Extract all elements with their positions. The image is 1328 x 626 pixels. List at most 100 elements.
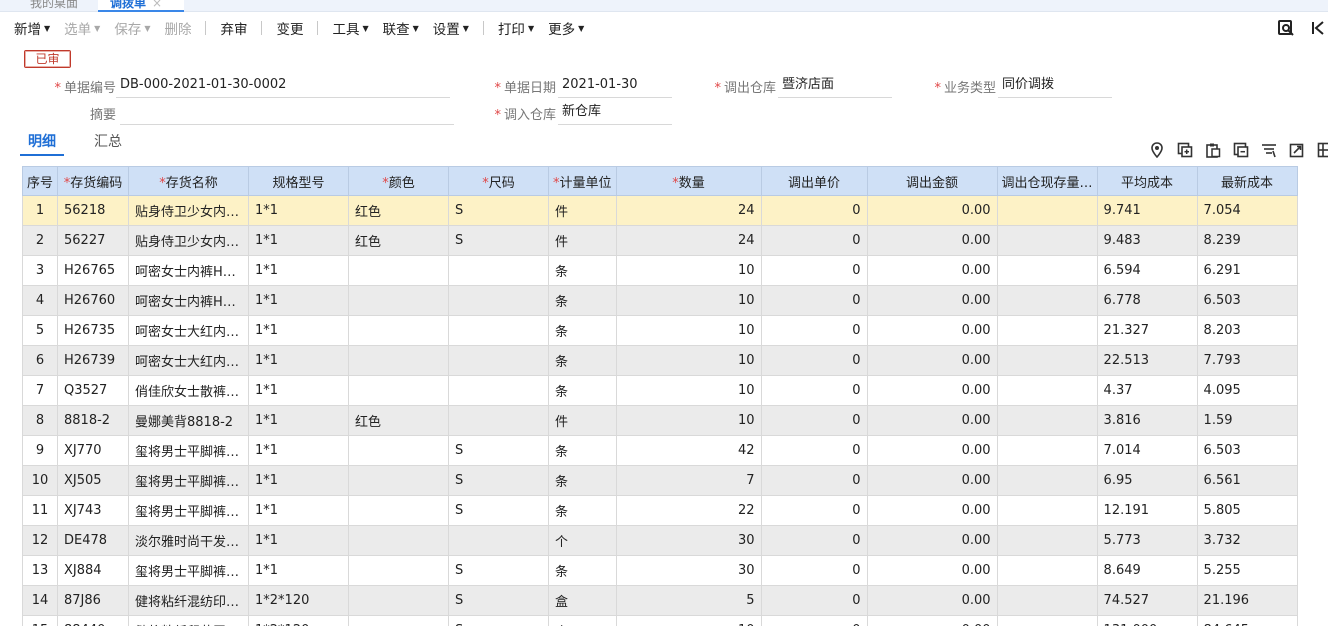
- in-warehouse-input[interactable]: 新仓库: [558, 101, 672, 125]
- export-icon[interactable]: [1288, 141, 1305, 158]
- cell-latest-cost[interactable]: 7.793: [1196, 345, 1298, 376]
- cell-out-amount[interactable]: 0.00: [866, 225, 998, 256]
- cell-out-price[interactable]: 0: [760, 435, 868, 466]
- cell-name[interactable]: 呵密女士大红内…: [128, 345, 250, 376]
- cell-out-stock[interactable]: [996, 315, 1098, 346]
- cell-avg-cost[interactable]: 6.95: [1096, 465, 1198, 496]
- cell-out-stock[interactable]: [996, 585, 1098, 616]
- cell-seq[interactable]: 9: [21, 435, 59, 466]
- cell-code[interactable]: XJ770: [57, 435, 130, 466]
- cell-avg-cost[interactable]: 6.594: [1096, 255, 1198, 286]
- cell-size[interactable]: S: [448, 585, 550, 616]
- cell-color[interactable]: [348, 375, 450, 406]
- cell-latest-cost[interactable]: 5.805: [1196, 495, 1298, 526]
- delete-button[interactable]: 删除: [164, 18, 191, 38]
- cell-latest-cost[interactable]: 6.291: [1196, 255, 1298, 286]
- cell-out-stock[interactable]: [996, 525, 1098, 556]
- cell-code[interactable]: H26735: [57, 315, 130, 346]
- cell-avg-cost[interactable]: 21.327: [1096, 315, 1198, 346]
- cell-latest-cost[interactable]: 5.255: [1196, 555, 1298, 586]
- cell-size[interactable]: [448, 345, 550, 376]
- cell-out-stock[interactable]: [996, 345, 1098, 376]
- cell-spec[interactable]: 1*1: [248, 435, 350, 466]
- col-header-spec[interactable]: 规格型号: [248, 166, 350, 196]
- change-button[interactable]: 变更: [276, 18, 303, 38]
- cell-qty[interactable]: 10: [615, 375, 762, 406]
- cell-spec[interactable]: 1*1: [248, 345, 350, 376]
- cell-out-amount[interactable]: 0.00: [866, 525, 998, 556]
- linked-query-menu[interactable]: 联查 ▼: [383, 18, 419, 38]
- cell-size[interactable]: S: [448, 615, 550, 626]
- cell-unit[interactable]: 条: [548, 375, 617, 406]
- cell-out-amount[interactable]: 0.00: [866, 345, 998, 376]
- cell-qty[interactable]: 10: [615, 315, 762, 346]
- cell-color[interactable]: 红色: [348, 195, 450, 226]
- cell-size[interactable]: S: [448, 195, 550, 226]
- cell-color[interactable]: [348, 255, 450, 286]
- cell-unit[interactable]: 条: [548, 255, 617, 286]
- col-header-unit[interactable]: *计量单位: [548, 166, 617, 196]
- tab-detail[interactable]: 明细: [20, 132, 64, 156]
- cell-color[interactable]: 红色: [348, 225, 450, 256]
- cell-out-amount[interactable]: 0.00: [866, 615, 998, 626]
- filter-icon[interactable]: [1260, 141, 1277, 158]
- tab-my-desktop[interactable]: 我的桌面: [30, 0, 78, 12]
- cell-latest-cost[interactable]: 8.203: [1196, 315, 1298, 346]
- cell-seq[interactable]: 13: [21, 555, 59, 586]
- cell-name[interactable]: 玺将男士平脚裤…: [128, 465, 250, 496]
- cell-size[interactable]: [448, 315, 550, 346]
- table-row[interactable]: 1588440健将粘纤印花平…1*2*120 S个1000.00 131.00084…: [21, 615, 1298, 626]
- cell-out-price[interactable]: 0: [760, 225, 868, 256]
- cell-avg-cost[interactable]: 7.014: [1096, 435, 1198, 466]
- cell-qty[interactable]: 7: [615, 465, 762, 496]
- cell-name[interactable]: 健将粘纤印花平…: [128, 615, 250, 626]
- col-header-latest-cost[interactable]: 最新成本: [1196, 166, 1298, 196]
- cell-qty[interactable]: 24: [615, 225, 762, 256]
- cell-out-amount[interactable]: 0.00: [866, 495, 998, 526]
- tools-menu[interactable]: 工具 ▼: [332, 18, 368, 38]
- cell-avg-cost[interactable]: 74.527: [1096, 585, 1198, 616]
- cell-out-price[interactable]: 0: [760, 585, 868, 616]
- cell-code[interactable]: 87J86: [57, 585, 130, 616]
- cell-out-amount[interactable]: 0.00: [866, 285, 998, 316]
- cell-avg-cost[interactable]: 9.483: [1096, 225, 1198, 256]
- cell-avg-cost[interactable]: 6.778: [1096, 285, 1198, 316]
- cell-name[interactable]: 玺将男士平脚裤…: [128, 495, 250, 526]
- cell-code[interactable]: XJ505: [57, 465, 130, 496]
- col-header-name[interactable]: *存货名称: [128, 166, 250, 196]
- cell-seq[interactable]: 15: [21, 615, 59, 626]
- cell-size[interactable]: [448, 525, 550, 556]
- cell-out-price[interactable]: 0: [760, 195, 868, 226]
- cell-color[interactable]: [348, 615, 450, 626]
- cell-code[interactable]: 8818-2: [57, 405, 130, 436]
- cell-unit[interactable]: 条: [548, 315, 617, 346]
- cell-out-price[interactable]: 0: [760, 405, 868, 436]
- cell-avg-cost[interactable]: 22.513: [1096, 345, 1198, 376]
- settings-menu[interactable]: 设置 ▼: [433, 18, 469, 38]
- cell-out-stock[interactable]: [996, 255, 1098, 286]
- col-header-out-amount[interactable]: 调出金额: [866, 166, 998, 196]
- cell-out-stock[interactable]: [996, 465, 1098, 496]
- col-header-out-price[interactable]: 调出单价: [760, 166, 868, 196]
- cell-size[interactable]: S: [448, 435, 550, 466]
- cell-color[interactable]: 红色: [348, 405, 450, 436]
- cell-out-amount[interactable]: 0.00: [866, 255, 998, 286]
- table-row[interactable]: 3 H26765 呵密女士内裤H… 1*1 条 10 0 0.00 6.594 6.291: [21, 255, 1298, 286]
- cell-out-amount[interactable]: 0.00: [866, 375, 998, 406]
- cell-out-amount[interactable]: 0.00: [866, 315, 998, 346]
- cell-color[interactable]: [348, 285, 450, 316]
- cell-latest-cost[interactable]: 6.561: [1196, 465, 1298, 496]
- cell-qty[interactable]: 22: [615, 495, 762, 526]
- columns-icon[interactable]: [1316, 141, 1328, 158]
- cell-size[interactable]: [448, 285, 550, 316]
- cell-color[interactable]: [348, 585, 450, 616]
- new-button[interactable]: 新增 ▼: [14, 18, 50, 38]
- cell-latest-cost[interactable]: 6.503: [1196, 435, 1298, 466]
- cell-code[interactable]: H26739: [57, 345, 130, 376]
- cell-name[interactable]: 贴身侍卫少女内…: [128, 225, 250, 256]
- cell-latest-cost[interactable]: 6.503: [1196, 285, 1298, 316]
- cell-spec[interactable]: 1*1: [248, 495, 350, 526]
- cell-latest-cost[interactable]: 8.239: [1196, 225, 1298, 256]
- cell-seq[interactable]: 5: [21, 315, 59, 346]
- cell-avg-cost[interactable]: 5.773: [1096, 525, 1198, 556]
